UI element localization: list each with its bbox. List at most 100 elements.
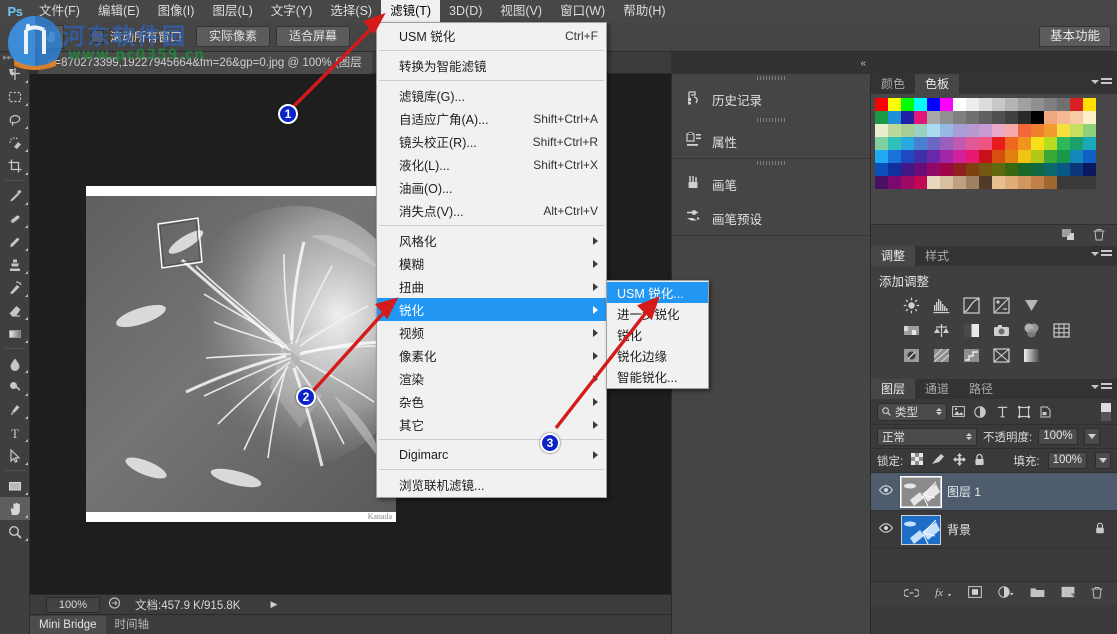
path-selection-tool[interactable] bbox=[0, 444, 30, 467]
filter-spinner-icon[interactable] bbox=[936, 408, 942, 415]
panel-grip[interactable] bbox=[672, 74, 870, 82]
add-mask-icon[interactable] bbox=[968, 586, 982, 601]
zoom-tool[interactable] bbox=[0, 520, 30, 543]
gradient-map-icon[interactable] bbox=[1021, 346, 1041, 364]
swatch-6-10[interactable] bbox=[1005, 176, 1018, 189]
brightness-contrast-icon[interactable] bbox=[901, 296, 921, 314]
swatch-4-13[interactable] bbox=[1044, 150, 1057, 163]
delete-swatch-icon[interactable] bbox=[1093, 228, 1105, 244]
swatch-2-7[interactable] bbox=[966, 124, 979, 137]
swatch-6-1[interactable] bbox=[888, 176, 901, 189]
curves-icon[interactable] bbox=[961, 296, 981, 314]
layer-visibility-icon[interactable] bbox=[877, 485, 895, 498]
swatch-3-2[interactable] bbox=[901, 137, 914, 150]
new-layer-icon[interactable] bbox=[1061, 586, 1075, 601]
black-white-icon[interactable] bbox=[961, 321, 981, 339]
filter-menu-item[interactable]: 其它 bbox=[377, 413, 606, 436]
filter-menu-item[interactable]: 镜头校正(R)... Shift+Ctrl+R bbox=[377, 130, 606, 153]
type-tool[interactable]: T bbox=[0, 421, 30, 444]
swatch-2-3[interactable] bbox=[914, 124, 927, 137]
dock-entry-1[interactable]: 属性 bbox=[672, 124, 870, 158]
swatch-4-0[interactable] bbox=[875, 150, 888, 163]
swatch-4-3[interactable] bbox=[914, 150, 927, 163]
opacity-dropdown-icon[interactable] bbox=[1083, 428, 1100, 445]
menu-6[interactable]: 滤镜(T) bbox=[381, 0, 441, 22]
swatch-2-16[interactable] bbox=[1083, 124, 1096, 137]
swatch-5-9[interactable] bbox=[992, 163, 1005, 176]
current-tool-well[interactable] bbox=[38, 24, 64, 49]
bottom-tab-1[interactable]: 时间轴 bbox=[106, 616, 159, 634]
swatch-3-9[interactable] bbox=[992, 137, 1005, 150]
opacity-value[interactable]: 100% bbox=[1038, 428, 1078, 445]
dock-entry-3[interactable]: 画笔预设 bbox=[672, 201, 870, 235]
swatch-4-16[interactable] bbox=[1083, 150, 1096, 163]
swatch-2-1[interactable] bbox=[888, 124, 901, 137]
type-filter-icon[interactable] bbox=[991, 406, 1013, 418]
scroll-all-windows-checkbox[interactable] bbox=[91, 30, 104, 43]
workspace-essentials-button[interactable]: 基本功能 bbox=[1038, 26, 1111, 47]
adjustments-panel-menu-icon[interactable] bbox=[1091, 250, 1112, 258]
tab-styles[interactable]: 样式 bbox=[915, 246, 959, 266]
swatch-0-16[interactable] bbox=[1083, 98, 1096, 111]
sharpen-submenu[interactable]: USM 锐化... 进一步锐化 锐化 锐化边缘 智能锐化... bbox=[606, 280, 709, 389]
swatch-1-6[interactable] bbox=[953, 111, 966, 124]
swatch-2-14[interactable] bbox=[1057, 124, 1070, 137]
tab-paths[interactable]: 路径 bbox=[959, 379, 1003, 399]
swatches-grid-container[interactable] bbox=[871, 94, 1117, 224]
swatch-1-0[interactable] bbox=[875, 111, 888, 124]
layer-style-fx-icon[interactable]: fx bbox=[935, 586, 952, 601]
selective-color-icon[interactable] bbox=[991, 346, 1011, 364]
filter-menu-item[interactable]: USM 锐化 Ctrl+F bbox=[377, 24, 606, 47]
swatch-4-14[interactable] bbox=[1057, 150, 1070, 163]
eyedropper-tool[interactable] bbox=[0, 184, 30, 207]
swatch-2-12[interactable] bbox=[1031, 124, 1044, 137]
swatch-0-9[interactable] bbox=[992, 98, 1005, 111]
swatch-6-9[interactable] bbox=[992, 176, 1005, 189]
swatch-5-5[interactable] bbox=[940, 163, 953, 176]
swatch-1-1[interactable] bbox=[888, 111, 901, 124]
filter-menu-item[interactable]: Digimarc bbox=[377, 443, 606, 466]
swatch-2-9[interactable] bbox=[992, 124, 1005, 137]
swatch-6-16[interactable] bbox=[1083, 176, 1096, 189]
shape-filter-icon[interactable] bbox=[1013, 405, 1035, 418]
filter-menu-item[interactable]: 油画(O)... bbox=[377, 176, 606, 199]
swatch-0-8[interactable] bbox=[979, 98, 992, 111]
menu-1[interactable]: 编辑(E) bbox=[89, 0, 149, 22]
swatch-0-13[interactable] bbox=[1044, 98, 1057, 111]
filter-menu-item[interactable]: 自适应广角(A)... Shift+Ctrl+A bbox=[377, 107, 606, 130]
tools-panel-collapse[interactable]: ▸▸ bbox=[0, 52, 29, 62]
swatch-0-6[interactable] bbox=[953, 98, 966, 111]
sharpen-submenu-item[interactable]: 智能锐化... bbox=[607, 366, 708, 387]
swatch-5-8[interactable] bbox=[979, 163, 992, 176]
swatch-1-9[interactable] bbox=[992, 111, 1005, 124]
swatch-0-4[interactable] bbox=[927, 98, 940, 111]
invert-icon[interactable] bbox=[901, 346, 921, 364]
tab-channels[interactable]: 通道 bbox=[915, 379, 959, 399]
swatch-2-5[interactable] bbox=[940, 124, 953, 137]
posterize-icon[interactable] bbox=[931, 346, 951, 364]
new-adjustment-icon[interactable] bbox=[998, 586, 1014, 601]
swatch-5-13[interactable] bbox=[1044, 163, 1057, 176]
swatch-1-12[interactable] bbox=[1031, 111, 1044, 124]
swatch-4-15[interactable] bbox=[1070, 150, 1083, 163]
swatch-0-2[interactable] bbox=[901, 98, 914, 111]
filter-menu-item[interactable]: 浏览联机滤镜... bbox=[377, 473, 606, 496]
menu-10[interactable]: 帮助(H) bbox=[614, 0, 674, 22]
swatch-1-13[interactable] bbox=[1044, 111, 1057, 124]
swatch-2-8[interactable] bbox=[979, 124, 992, 137]
swatch-4-4[interactable] bbox=[927, 150, 940, 163]
gradient-tool[interactable] bbox=[0, 322, 30, 345]
menu-0[interactable]: 文件(F) bbox=[30, 0, 89, 22]
swatch-1-5[interactable] bbox=[940, 111, 953, 124]
swatch-0-7[interactable] bbox=[966, 98, 979, 111]
sharpen-submenu-item[interactable]: USM 锐化... bbox=[607, 282, 708, 303]
filter-menu-item[interactable]: 扭曲 bbox=[377, 275, 606, 298]
menu-9[interactable]: 窗口(W) bbox=[551, 0, 614, 22]
dock-entry-0[interactable]: 历史记录 bbox=[672, 82, 870, 116]
status-expand-arrow[interactable]: ▶ bbox=[270, 599, 277, 610]
swatch-6-13[interactable] bbox=[1044, 176, 1057, 189]
color-balance-icon[interactable] bbox=[931, 321, 951, 339]
swatch-4-11[interactable] bbox=[1018, 150, 1031, 163]
exposure-icon[interactable] bbox=[991, 296, 1011, 314]
swatch-3-7[interactable] bbox=[966, 137, 979, 150]
